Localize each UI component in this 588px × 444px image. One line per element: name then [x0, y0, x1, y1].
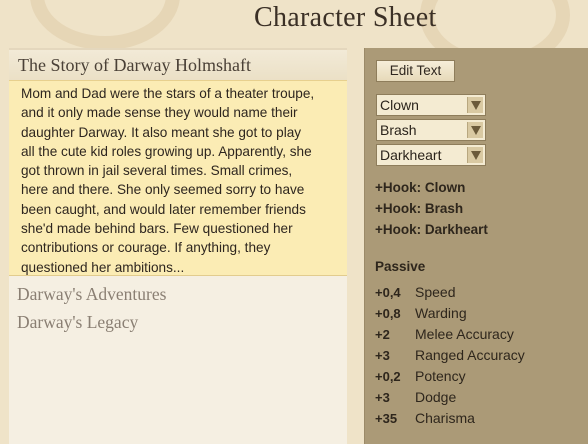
trait-dropdown-1[interactable]: Clown	[376, 94, 486, 116]
adventures-section-header[interactable]: Darway's Adventures	[9, 276, 347, 304]
stat-row: +3 Dodge	[375, 389, 575, 409]
stat-value: +0,8	[375, 306, 401, 321]
story-line: questioned her ambitions...	[21, 259, 185, 275]
story-line: and it only made sense they would name t…	[21, 105, 298, 121]
story-line: got thrown in jail several times. Small …	[21, 163, 293, 179]
hook-clown: +Hook: Clown	[375, 180, 466, 195]
passive-heading: Passive	[375, 259, 426, 274]
stat-value: +0,4	[375, 285, 401, 300]
stat-name: Speed	[415, 284, 456, 300]
stat-value: +2	[375, 327, 390, 342]
stat-row: +3 Ranged Accuracy	[375, 347, 575, 367]
story-line: she'd made behind bars. Few questioned h…	[21, 221, 293, 237]
chevron-down-icon[interactable]	[467, 147, 483, 163]
stat-value: +3	[375, 348, 390, 363]
stat-row: +0,4 Speed	[375, 284, 575, 304]
chevron-down-icon[interactable]	[467, 97, 483, 113]
story-line: contributions or courage. If anything, t…	[21, 240, 271, 256]
hook-darkheart: +Hook: Darkheart	[375, 222, 488, 237]
story-line: daughter Darway. It also meant she got t…	[21, 124, 302, 140]
stat-name: Charisma	[415, 410, 475, 426]
stat-row: +0,2 Potency	[375, 368, 575, 388]
stat-name: Ranged Accuracy	[415, 347, 525, 363]
stat-value: +3	[375, 390, 390, 405]
dropdown-value: Clown	[380, 97, 419, 113]
stat-name: Melee Accuracy	[415, 326, 514, 342]
stat-name: Warding	[415, 305, 467, 321]
stat-name: Dodge	[415, 389, 457, 405]
trait-dropdown-3[interactable]: Darkheart	[376, 144, 486, 166]
dropdown-value: Brash	[380, 122, 417, 138]
dropdown-value: Darkheart	[380, 147, 442, 163]
legacy-section-header[interactable]: Darway's Legacy	[9, 304, 347, 332]
story-line: Mom and Dad were the stars of a theater …	[21, 86, 315, 101]
stat-row: +0,8 Warding	[375, 305, 575, 325]
story-line: all the cute kid roles growing up. Appar…	[21, 143, 312, 159]
stat-value: +0,2	[375, 369, 401, 384]
page-title: Character Sheet	[254, 2, 437, 33]
trait-dropdown-2[interactable]: Brash	[376, 119, 486, 141]
edit-text-button[interactable]: Edit Text	[376, 60, 455, 82]
chevron-down-icon[interactable]	[467, 122, 483, 138]
story-panel: The Story of Darway Holmshaft Mom and Da…	[9, 48, 347, 444]
story-line: here and there. She only seemed sorry to…	[21, 182, 305, 198]
hook-brash: +Hook: Brash	[375, 201, 464, 216]
stat-value: +35	[375, 411, 398, 426]
story-section-header[interactable]: The Story of Darway Holmshaft	[9, 50, 347, 80]
story-line: been caught, and would later remember fr…	[21, 201, 306, 217]
stat-row: +2 Melee Accuracy	[375, 326, 575, 346]
stat-row: +35 Charisma	[375, 410, 575, 430]
story-text[interactable]: Mom and Dad were the stars of a theater …	[9, 80, 347, 276]
stats-panel: Edit Text Clown Brash Darkheart +Hook: C…	[364, 48, 588, 444]
stat-name: Potency	[415, 368, 466, 384]
